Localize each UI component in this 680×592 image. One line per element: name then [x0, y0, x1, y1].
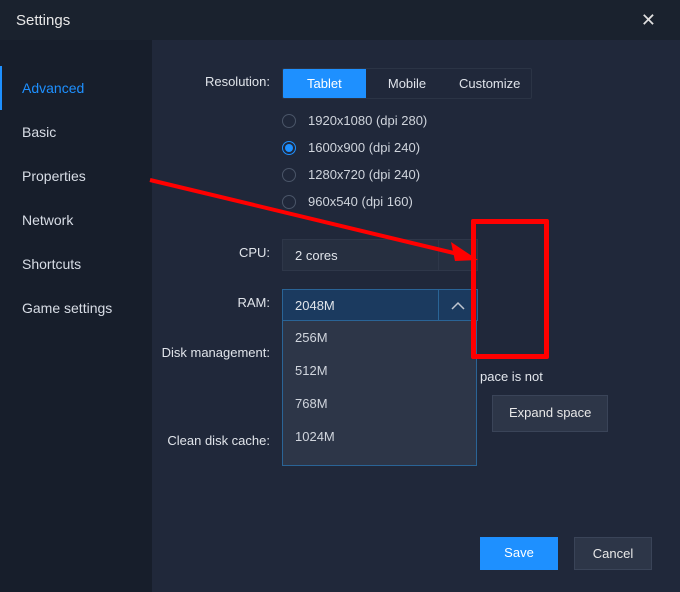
ram-dropdown: 256M 512M 768M 1024M 1536M 2048M	[282, 320, 477, 466]
resolution-segments: Tablet Mobile Customize	[282, 68, 532, 99]
window-title: Settings	[16, 12, 70, 29]
resolution-option-1920x1080[interactable]: 1920x1080 (dpi 280)	[282, 113, 640, 128]
segment-mobile[interactable]: Mobile	[366, 69, 449, 98]
ram-option-768m[interactable]: 768M	[283, 387, 476, 420]
chevron-down-icon	[451, 251, 465, 260]
clean-label: Clean disk cache:	[152, 427, 282, 448]
resolution-options: 1920x1080 (dpi 280) 1600x900 (dpi 240) 1…	[282, 113, 640, 209]
sidebar-item-basic[interactable]: Basic	[0, 110, 152, 154]
cancel-button[interactable]: Cancel	[574, 537, 652, 570]
radio-icon	[282, 195, 296, 209]
resolution-option-label: 960x540 (dpi 160)	[308, 194, 413, 209]
ram-option-256m[interactable]: 256M	[283, 321, 476, 354]
resolution-label: Resolution:	[152, 68, 282, 89]
sidebar-item-properties[interactable]: Properties	[0, 154, 152, 198]
resolution-option-1600x900[interactable]: 1600x900 (dpi 240)	[282, 140, 640, 155]
title-bar: Settings ✕	[0, 0, 680, 40]
row-resolution: Resolution: Tablet Mobile Customize 1920…	[152, 68, 680, 221]
radio-icon	[282, 141, 296, 155]
disk-note-partial: pace is not	[480, 367, 543, 388]
close-icon[interactable]: ✕	[633, 6, 664, 35]
resolution-option-label: 1280x720 (dpi 240)	[308, 167, 420, 182]
sidebar: Advanced Basic Properties Network Shortc…	[0, 40, 152, 592]
resolution-option-label: 1920x1080 (dpi 280)	[308, 113, 427, 128]
main-panel: Resolution: Tablet Mobile Customize 1920…	[152, 40, 680, 592]
ram-option-1536m[interactable]: 1536M	[283, 453, 476, 465]
ram-select[interactable]: 2048M 256M 512M 768M 1024M 1536M 2048M	[282, 289, 477, 321]
segment-tablet[interactable]: Tablet	[283, 69, 366, 98]
cpu-select[interactable]: 2 cores	[282, 239, 477, 271]
ram-dropdown-list[interactable]: 256M 512M 768M 1024M 1536M 2048M	[283, 321, 476, 465]
sidebar-item-game-settings[interactable]: Game settings	[0, 286, 152, 330]
footer-buttons: Save Cancel	[480, 537, 652, 570]
disk-label: Disk management:	[152, 339, 282, 360]
save-button[interactable]: Save	[480, 537, 558, 570]
sidebar-item-advanced[interactable]: Advanced	[0, 66, 152, 110]
resolution-option-label: 1600x900 (dpi 240)	[308, 140, 420, 155]
expand-space-button[interactable]: Expand space	[492, 395, 608, 432]
ram-select-toggle[interactable]	[438, 289, 478, 321]
row-ram: RAM: 2048M 256M 512M 768M 1024M 1536M	[152, 289, 680, 321]
cpu-select-toggle[interactable]	[438, 239, 478, 271]
body: Advanced Basic Properties Network Shortc…	[0, 40, 680, 592]
sidebar-item-shortcuts[interactable]: Shortcuts	[0, 242, 152, 286]
radio-icon	[282, 114, 296, 128]
resolution-option-1280x720[interactable]: 1280x720 (dpi 240)	[282, 167, 640, 182]
sidebar-item-network[interactable]: Network	[0, 198, 152, 242]
radio-icon	[282, 168, 296, 182]
row-cpu: CPU: 2 cores	[152, 239, 680, 271]
chevron-up-icon	[451, 301, 465, 310]
ram-option-512m[interactable]: 512M	[283, 354, 476, 387]
ram-option-1024m[interactable]: 1024M	[283, 420, 476, 453]
cpu-label: CPU:	[152, 239, 282, 260]
resolution-option-960x540[interactable]: 960x540 (dpi 160)	[282, 194, 640, 209]
ram-label: RAM:	[152, 289, 282, 310]
segment-customize[interactable]: Customize	[448, 69, 531, 98]
